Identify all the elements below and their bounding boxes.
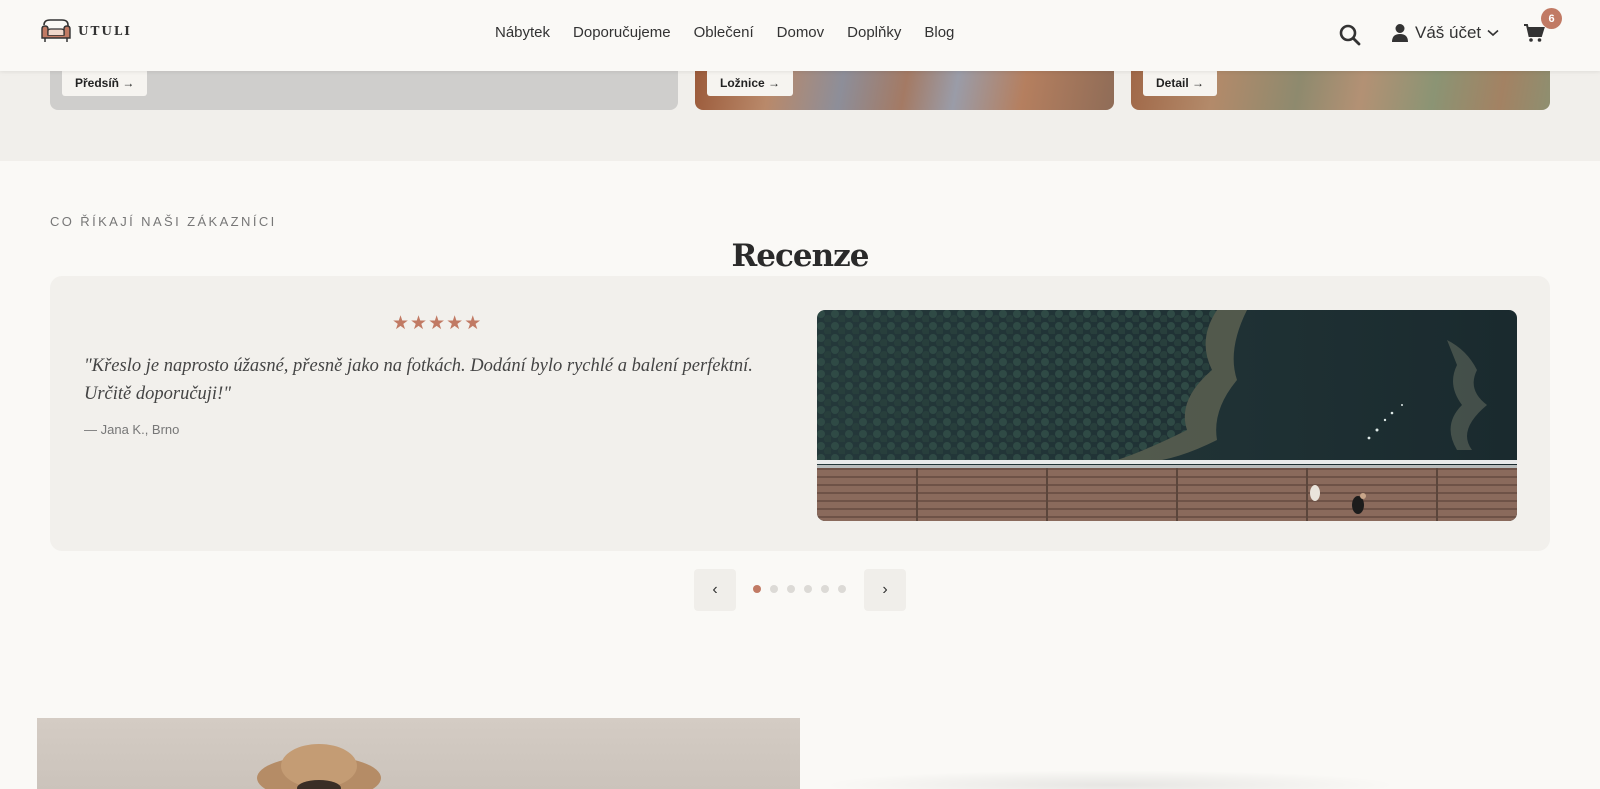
category-card-loznice[interactable]: Ložnice → — [695, 71, 1114, 110]
search-icon — [1339, 24, 1361, 46]
slide-dot-6[interactable] — [838, 585, 846, 593]
category-card-detail[interactable]: Detail → — [1131, 71, 1550, 110]
main-nav: Nábytek Doporučujeme Oblečení Domov Dopl… — [495, 24, 954, 41]
slide-dots — [753, 585, 846, 593]
reviews-title: Recenze — [731, 238, 870, 274]
rating-stars: ★ ★ ★ ★ ★ — [392, 314, 481, 333]
prev-slide-button[interactable]: ‹ — [694, 569, 736, 611]
account-label: Váš účet — [1415, 23, 1482, 42]
review-image — [817, 310, 1517, 521]
nav-item-blog[interactable]: Blog — [924, 24, 954, 41]
star-icon: ★ — [464, 313, 482, 334]
category-strip: Předsíň → Ložnice → Detail → — [0, 71, 1600, 161]
review-quote: "Křeslo je naprosto úžasné, přesně jako … — [84, 356, 753, 404]
review-author: — Jana K., Brno — [84, 422, 180, 437]
card-shadow — [820, 770, 1400, 789]
user-icon — [1392, 24, 1408, 42]
star-icon: ★ — [428, 313, 446, 334]
hat-photo — [257, 744, 381, 789]
nav-item-nabytek[interactable]: Nábytek — [495, 24, 550, 41]
nav-item-domov[interactable]: Domov — [777, 24, 825, 41]
reviews-eyebrow: CO ŘÍKAJÍ NAŠI ZÁKAZNÍCI — [50, 214, 277, 229]
slide-dot-5[interactable] — [821, 585, 829, 593]
category-button-detail[interactable]: Detail → — [1143, 71, 1218, 96]
star-icon: ★ — [392, 313, 410, 334]
category-card-predsin[interactable]: Předsíň → — [50, 71, 678, 110]
category-button-loznice[interactable]: Ložnice → — [707, 71, 794, 96]
search-button[interactable] — [1338, 23, 1362, 47]
slide-dot-4[interactable] — [804, 585, 812, 593]
slide-dot-3[interactable] — [787, 585, 795, 593]
next-slide-button[interactable]: › — [864, 569, 906, 611]
review-card: ★ ★ ★ ★ ★ "Křeslo je naprosto úžasné, př… — [50, 276, 1550, 551]
logo-text: UTULI — [78, 24, 132, 38]
category-button-predsin[interactable]: Předsíň → — [62, 71, 148, 96]
account-menu[interactable]: Váš účet — [1391, 23, 1499, 43]
slide-dot-2[interactable] — [770, 585, 778, 593]
cart-icon — [1524, 24, 1545, 42]
promo-image — [37, 718, 800, 789]
nav-item-doporucujeme[interactable]: Doporučujeme — [573, 24, 671, 41]
armchair-logo-icon — [41, 19, 71, 42]
chevron-down-icon — [1487, 29, 1499, 37]
site-header: UTULI Nábytek Doporučujeme Oblečení Domo… — [0, 0, 1600, 71]
boardwalk-photo — [817, 310, 1517, 521]
slide-dot-1[interactable] — [753, 585, 761, 593]
cart-count-badge: 6 — [1541, 8, 1562, 29]
nav-item-doplnky[interactable]: Doplňky — [847, 24, 901, 41]
logo[interactable]: UTULI — [40, 17, 132, 45]
star-icon: ★ — [410, 313, 428, 334]
nav-item-obleceni[interactable]: Oblečení — [694, 24, 754, 41]
star-icon: ★ — [446, 313, 464, 334]
